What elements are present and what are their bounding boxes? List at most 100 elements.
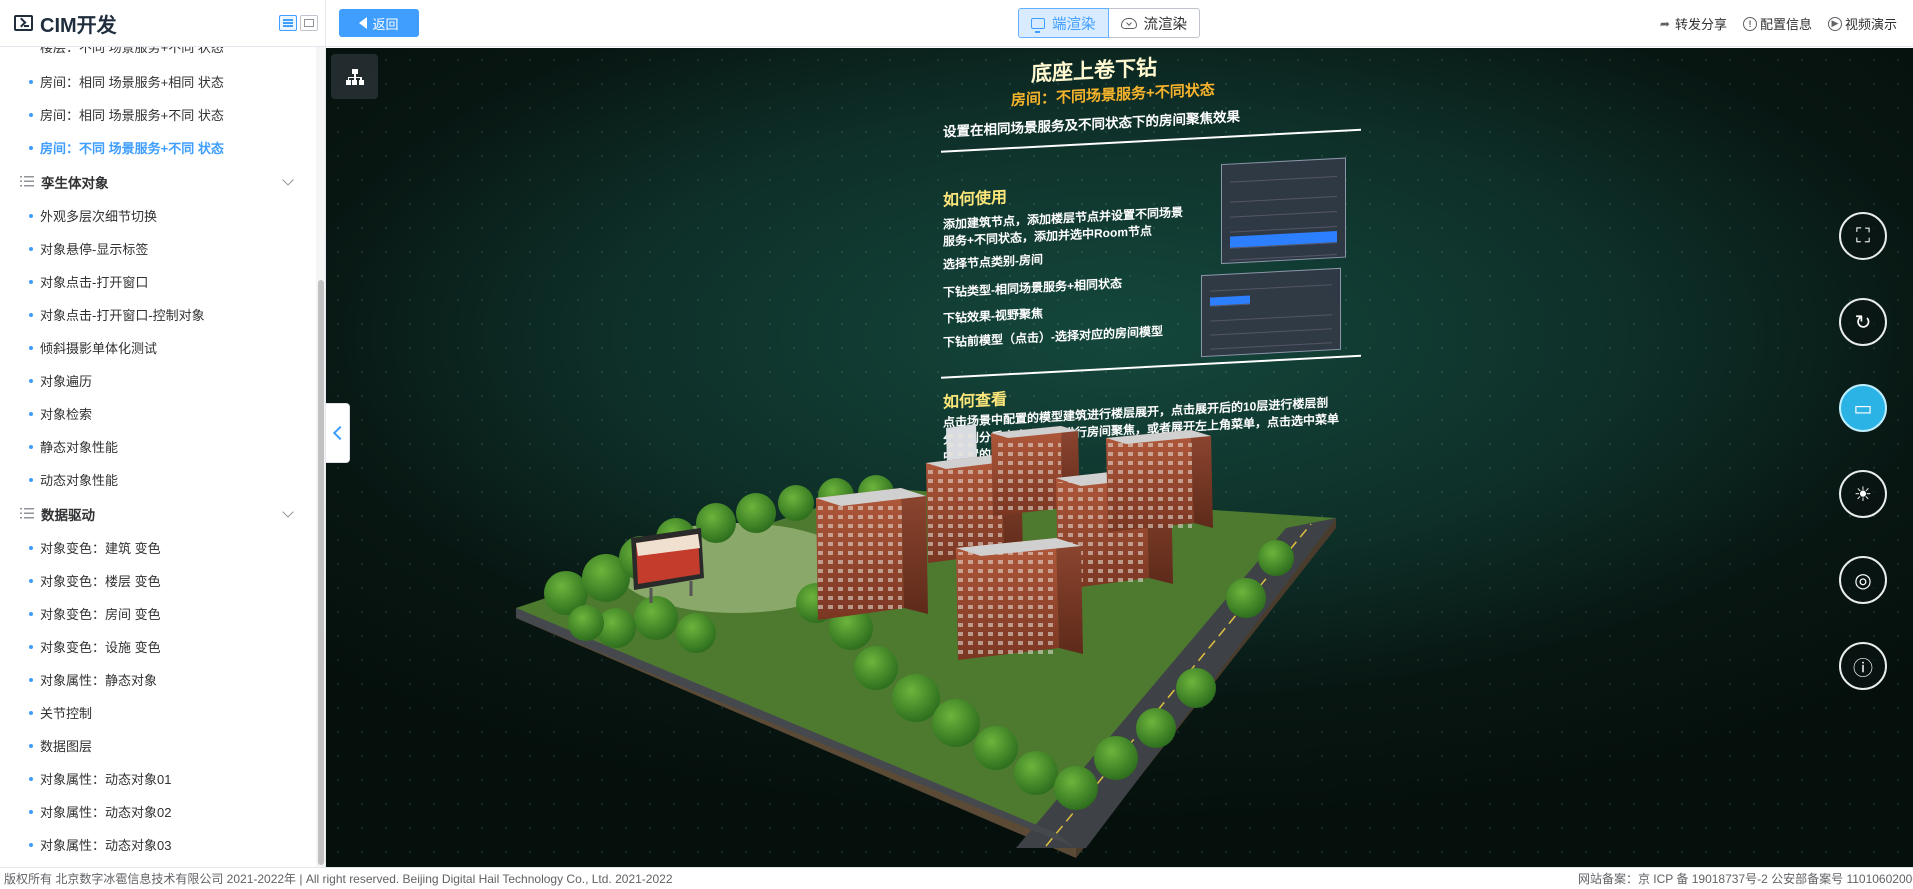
bullet-dot bbox=[29, 710, 33, 715]
menu-item-label: 对象悬停-显示标签 bbox=[40, 242, 149, 257]
menu-item[interactable]: 对象变色：建筑 变色 bbox=[0, 531, 316, 564]
menu-item[interactable]: 对象悬停-显示标签 bbox=[0, 232, 316, 265]
bullet-dot bbox=[29, 246, 33, 251]
menu-group-twin-objects[interactable]: 孪生体对象 bbox=[0, 164, 316, 199]
board-step-1: 添加建筑节点，添加楼层节点并设置不同场景服务+不同状态，添加并选中Room节点 bbox=[943, 205, 1184, 249]
collapse-sidebar-button[interactable] bbox=[326, 403, 350, 463]
menu-item-label: 外观多层次细节切换 bbox=[40, 209, 158, 224]
menu-item[interactable]: 对象变色：房间 变色 bbox=[0, 597, 316, 630]
list-icon bbox=[20, 176, 34, 187]
city-block-model[interactable] bbox=[456, 378, 1356, 858]
stream-render-button[interactable]: 流渲染 bbox=[1108, 8, 1200, 38]
top-links: ➦ 转发分享 ! 配置信息 ▶ 视频演示 bbox=[1658, 0, 1913, 47]
menu-item-label: 对象变色：设施 变色 bbox=[40, 640, 161, 655]
list-view-toggle-icon[interactable] bbox=[279, 15, 297, 31]
bullet-dot bbox=[29, 312, 33, 317]
menu-item[interactable]: 对象属性：动态对象01 bbox=[0, 762, 316, 795]
node-tree-panel-screenshot bbox=[1221, 157, 1346, 265]
terminal-logo-icon bbox=[14, 15, 33, 31]
back-button[interactable]: 返回 bbox=[339, 9, 419, 37]
back-button-label: 返回 bbox=[372, 16, 399, 32]
back-arrow-icon bbox=[359, 17, 368, 29]
menu-item-label: 数据图层 bbox=[40, 739, 93, 754]
bullet-dot bbox=[29, 213, 33, 218]
menu-item-label: 倾斜摄影单体化测试 bbox=[40, 341, 158, 356]
menu-item-room-same-diff[interactable]: 房间：相同 场景服务+不同 状态 bbox=[0, 98, 316, 131]
menu-item-label: 对象属性：动态对象01 bbox=[40, 772, 172, 787]
menu-item-label: 对象点击-打开窗口-控制对象 bbox=[40, 308, 205, 323]
bullet-dot bbox=[29, 644, 33, 649]
chevron-left-icon bbox=[332, 425, 348, 441]
target-icon: ◎ bbox=[1854, 569, 1872, 592]
video-label: 视频演示 bbox=[1844, 17, 1897, 32]
sidebar-header: CIM开发 bbox=[0, 0, 325, 47]
icp-record-link[interactable]: 网站备案：京 ICP 备 19018737号-2 公安部备案号 11010602… bbox=[1578, 870, 1913, 887]
menu-item[interactable]: 静态对象性能 bbox=[0, 430, 316, 463]
hierarchy-icon bbox=[345, 68, 364, 85]
menu-item[interactable]: 对象点击-打开窗口 bbox=[0, 265, 316, 298]
menu-item[interactable]: 对象变色：楼层 变色 bbox=[0, 564, 316, 597]
bullet-dot bbox=[29, 578, 33, 583]
card-view-toggle-icon[interactable] bbox=[300, 15, 318, 31]
share-arrow-icon: ➦ bbox=[1659, 16, 1670, 31]
client-render-label: 端渲染 bbox=[1052, 16, 1096, 33]
menu-item-label: 对象属性：静态对象 bbox=[40, 673, 158, 688]
menu-item[interactable]: 对象属性：静态对象 bbox=[0, 663, 316, 696]
reset-view-button[interactable]: ↻ bbox=[1839, 298, 1887, 346]
node-settings-panel-screenshot bbox=[1201, 267, 1341, 358]
menu-group-data-driven[interactable]: 数据驱动 bbox=[0, 496, 316, 531]
info-button[interactable]: ⓘ bbox=[1839, 642, 1887, 690]
menu-item-floor-diff[interactable]: 楼层：不同 场景服务+不同 状态 bbox=[0, 47, 316, 65]
menu-item-label: 对象变色：楼层 变色 bbox=[40, 574, 161, 589]
menu-item[interactable]: 动态对象性能 bbox=[0, 463, 316, 496]
info-icon: ! bbox=[1742, 16, 1757, 31]
scene-tree-button[interactable] bbox=[331, 54, 378, 99]
bullet-dot bbox=[29, 677, 33, 682]
fullscreen-button[interactable]: ⛶ bbox=[1839, 212, 1887, 260]
menu-item[interactable]: 对象变色：设施 变色 bbox=[0, 630, 316, 663]
bullet-dot bbox=[29, 776, 33, 781]
menu-item[interactable]: 对象属性：动态对象02 bbox=[0, 795, 316, 828]
sidebar: CIM开发 楼层：不同 场景服务+不同 状态 房间：相同 场景服务+相同 状态 … bbox=[0, 0, 326, 867]
menu-item[interactable]: 关节控制 bbox=[0, 696, 316, 729]
scrollbar-thumb[interactable] bbox=[318, 280, 324, 865]
config-info-link[interactable]: ! 配置信息 bbox=[1742, 14, 1812, 33]
weather-button[interactable]: ☀ bbox=[1839, 470, 1887, 518]
menu-item[interactable]: 对象点击-打开窗口-控制对象 bbox=[0, 298, 316, 331]
menu-item-label: 房间：相同 场景服务+不同 状态 bbox=[40, 108, 224, 123]
3d-viewport[interactable]: 底座上卷下钻 房间：不同场景服务+不同状态 设置在相同场景服务及不同状态下的房间… bbox=[326, 48, 1913, 867]
menu-item[interactable]: 倾斜摄影单体化测试 bbox=[0, 331, 316, 364]
menu-group-label: 孪生体对象 bbox=[41, 175, 109, 191]
bullet-dot bbox=[29, 545, 33, 550]
bullet-dot bbox=[29, 145, 33, 150]
menu-item-room-diff-diff[interactable]: 房间：不同 场景服务+不同 状态 bbox=[0, 131, 316, 164]
menu-item[interactable]: 对象检索 bbox=[0, 397, 316, 430]
bullet-dot bbox=[29, 79, 33, 84]
sun-weather-icon: ☀ bbox=[1854, 483, 1872, 506]
bullet-dot bbox=[29, 477, 33, 482]
menu-item[interactable]: 对象属性：动态对象03 bbox=[0, 828, 316, 861]
bullet-dot bbox=[29, 743, 33, 748]
menu-group-label: 数据驱动 bbox=[41, 507, 95, 523]
menu-item[interactable]: 数据图层 bbox=[0, 729, 316, 762]
list-icon bbox=[20, 508, 34, 519]
menu-item[interactable]: 对象遍历 bbox=[0, 364, 316, 397]
menu-item-label: 静态对象性能 bbox=[40, 440, 119, 455]
top-toolbar: 返回 端渲染 流渲染 ➦ 转发分享 ! 配置信息 ▶ 视频演示 bbox=[326, 0, 1913, 47]
locate-button[interactable]: ◎ bbox=[1839, 556, 1887, 604]
share-link[interactable]: ➦ 转发分享 bbox=[1658, 14, 1727, 33]
video-demo-link[interactable]: ▶ 视频演示 bbox=[1827, 14, 1897, 33]
bullet-dot bbox=[29, 611, 33, 616]
menu-item-label: 对象遍历 bbox=[40, 374, 93, 389]
monitor-icon bbox=[1031, 17, 1045, 33]
chevron-down-icon bbox=[282, 174, 294, 186]
bullet-dot bbox=[29, 809, 33, 814]
camera-button[interactable]: ▭ bbox=[1839, 384, 1887, 432]
menu-item-room-same-same[interactable]: 房间：相同 场景服务+相同 状态 bbox=[0, 65, 316, 98]
menu-item[interactable]: 外观多层次细节切换 bbox=[0, 199, 316, 232]
board-description: 设置在相同场景服务及不同状态下的房间聚焦效果 bbox=[943, 109, 1240, 140]
footer: 版权所有 北京数字冰雹信息技术有限公司 2021-2022年 | All rig… bbox=[0, 867, 1913, 889]
client-render-button[interactable]: 端渲染 bbox=[1018, 8, 1109, 38]
bullet-dot bbox=[29, 444, 33, 449]
menu-item-label: 对象点击-打开窗口 bbox=[40, 275, 149, 290]
